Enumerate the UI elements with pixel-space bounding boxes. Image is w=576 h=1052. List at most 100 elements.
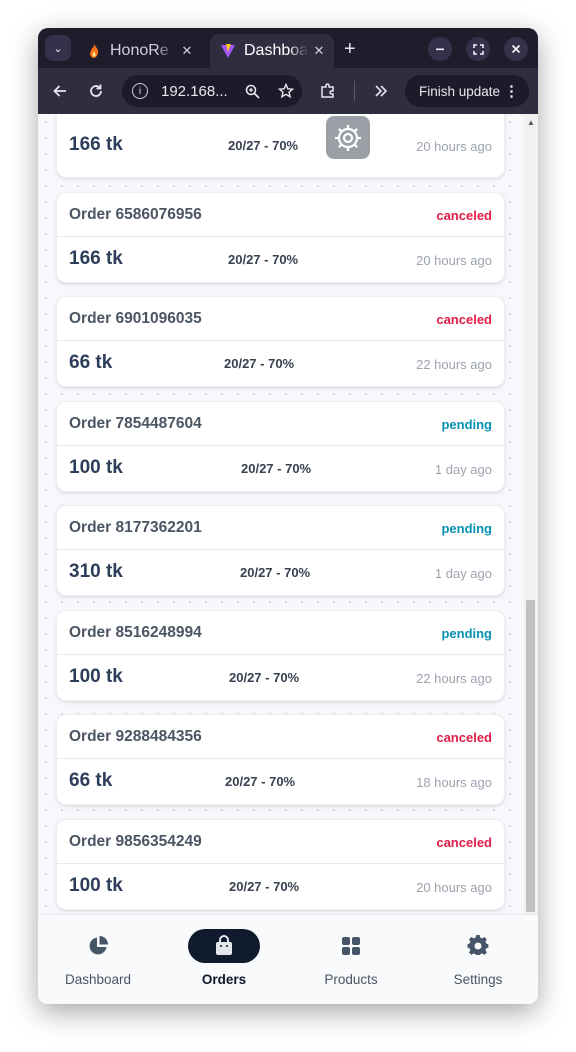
- url-text: 192.168...: [161, 82, 228, 100]
- order-id: Order 8177362201: [69, 519, 202, 536]
- order-amount: 166 tk: [69, 248, 123, 269]
- orders-list: 166 tk 20/27 - 70% 20 hours ago Order 65…: [38, 114, 538, 914]
- nav-item-settings[interactable]: Settings: [418, 915, 538, 1004]
- order-id: Order 8516248994: [69, 624, 202, 641]
- status-badge: canceled: [436, 208, 492, 223]
- order-card[interactable]: 166 tk 20/27 - 70% 20 hours ago: [56, 114, 505, 178]
- status-badge: pending: [441, 626, 492, 641]
- minimize-icon[interactable]: [428, 37, 452, 61]
- nav-label: Settings: [453, 972, 503, 987]
- order-id: Order 6586076956: [69, 206, 202, 223]
- close-tab-icon[interactable]: ✕: [308, 43, 330, 59]
- tab-dashboard[interactable]: Dashboa ✕: [210, 34, 334, 68]
- tab-title: Dashboa: [244, 42, 308, 59]
- extensions-icon[interactable]: [319, 82, 337, 100]
- nav-item-dashboard[interactable]: Dashboard: [38, 915, 158, 1004]
- order-rate: 20/27 - 70%: [228, 138, 299, 153]
- address-bar[interactable]: i 192.168...: [122, 75, 302, 107]
- nav-label: Products: [324, 972, 378, 987]
- order-amount: 66 tk: [69, 770, 113, 791]
- order-card-header: Order 6901096035 canceled: [57, 297, 504, 341]
- scroll-up-arrow-icon[interactable]: ▲: [527, 118, 535, 127]
- gear-icon: [442, 929, 514, 963]
- order-card[interactable]: Order 6586076956 canceled 166 tk 20/27 -…: [56, 192, 505, 283]
- grid-icon: [315, 929, 387, 963]
- order-time: 22 hours ago: [416, 357, 492, 372]
- order-card[interactable]: Order 9856354249 canceled 100 tk 20/27 -…: [56, 819, 505, 910]
- nav-item-orders[interactable]: Orders: [164, 915, 284, 1004]
- order-card-header: Order 9856354249 canceled: [57, 820, 504, 864]
- restore-icon[interactable]: [466, 37, 490, 61]
- reload-icon[interactable]: [88, 83, 104, 99]
- order-id: Order 9288484356: [69, 728, 202, 745]
- order-time: 18 hours ago: [416, 775, 492, 790]
- order-card-header: Order 6586076956 canceled: [57, 193, 504, 237]
- order-id: Order 9856354249: [69, 833, 202, 850]
- order-time: 1 day ago: [434, 566, 492, 581]
- tab-honore[interactable]: HonoRe ✕: [76, 34, 202, 68]
- order-rate: 20/27 - 70%: [229, 670, 300, 685]
- bottom-nav: Dashboard Orders Products Settings: [38, 914, 538, 1004]
- status-badge: canceled: [436, 312, 492, 327]
- order-time: 20 hours ago: [416, 139, 492, 154]
- scrollbar-thumb[interactable]: [526, 600, 535, 912]
- finish-update-label: Finish update: [419, 83, 501, 99]
- nav-item-products[interactable]: Products: [291, 915, 411, 1004]
- order-rate: 20/27 - 70%: [224, 356, 295, 371]
- pie-chart-icon: [62, 929, 134, 963]
- tab-list-icon[interactable]: ⌄: [45, 35, 71, 61]
- flame-favicon: [90, 44, 99, 58]
- order-rate: 20/27 - 70%: [229, 879, 300, 894]
- order-time: 20 hours ago: [416, 880, 492, 895]
- new-tab-button[interactable]: +: [344, 38, 356, 61]
- shopping-bag-icon: [188, 929, 260, 963]
- order-card[interactable]: Order 6901096035 canceled 66 tk 20/27 - …: [56, 296, 505, 387]
- bookmark-star-icon[interactable]: [278, 83, 294, 99]
- order-amount: 66 tk: [69, 352, 113, 373]
- browser-toolbar: i 192.168... Finish update ⋮: [38, 68, 538, 114]
- zoom-icon[interactable]: [245, 84, 260, 99]
- order-amount: 100 tk: [69, 875, 123, 896]
- back-icon[interactable]: [52, 83, 68, 99]
- toolbar-divider: [354, 81, 355, 101]
- order-card[interactable]: Order 8177362201 pending 310 tk 20/27 - …: [56, 505, 505, 596]
- close-tab-icon[interactable]: ✕: [176, 43, 198, 59]
- nav-label: Dashboard: [64, 972, 132, 987]
- gear-icon: [335, 124, 361, 151]
- order-amount: 166 tk: [69, 134, 123, 155]
- order-rate: 20/27 - 70%: [228, 252, 299, 267]
- order-card[interactable]: Order 7854487604 pending 100 tk 20/27 - …: [56, 401, 505, 492]
- order-id: Order 6901096035: [69, 310, 202, 327]
- order-id: Order 7854487604: [69, 415, 202, 432]
- order-rate: 20/27 - 70%: [241, 461, 312, 476]
- finish-update-button[interactable]: Finish update ⋮: [405, 75, 529, 107]
- order-time: 1 day ago: [434, 462, 492, 477]
- close-window-icon[interactable]: [504, 37, 528, 61]
- vite-favicon: [221, 44, 235, 58]
- devtools-gear-button[interactable]: [326, 116, 370, 159]
- order-card-header: Order 7854487604 pending: [57, 402, 504, 446]
- order-rate: 20/27 - 70%: [225, 774, 296, 789]
- order-amount: 310 tk: [69, 561, 123, 582]
- order-time: 20 hours ago: [416, 253, 492, 268]
- overflow-chevron-icon[interactable]: [374, 84, 388, 98]
- nav-label: Orders: [201, 972, 247, 987]
- status-badge: canceled: [436, 730, 492, 745]
- site-info-icon[interactable]: i: [132, 83, 148, 99]
- order-card-header: Order 8177362201 pending: [57, 506, 504, 550]
- browser-window: ⌄ HonoRe ✕ Dashboa ✕ + i 192.168... Fini…: [38, 28, 538, 1004]
- order-amount: 100 tk: [69, 666, 123, 687]
- order-rate: 20/27 - 70%: [240, 565, 311, 580]
- menu-dots-icon[interactable]: ⋮: [504, 82, 519, 100]
- order-card[interactable]: Order 8516248994 pending 100 tk 20/27 - …: [56, 610, 505, 701]
- order-card-header: Order 9288484356 canceled: [57, 715, 504, 759]
- tab-strip: ⌄ HonoRe ✕ Dashboa ✕ +: [38, 28, 538, 68]
- status-badge: canceled: [436, 835, 492, 850]
- order-time: 22 hours ago: [416, 671, 492, 686]
- order-card-header: Order 8516248994 pending: [57, 611, 504, 655]
- order-amount: 100 tk: [69, 457, 123, 478]
- tab-title: HonoRe: [110, 42, 169, 59]
- order-card[interactable]: Order 9288484356 canceled 66 tk 20/27 - …: [56, 714, 505, 805]
- status-badge: pending: [441, 521, 492, 536]
- status-badge: pending: [441, 417, 492, 432]
